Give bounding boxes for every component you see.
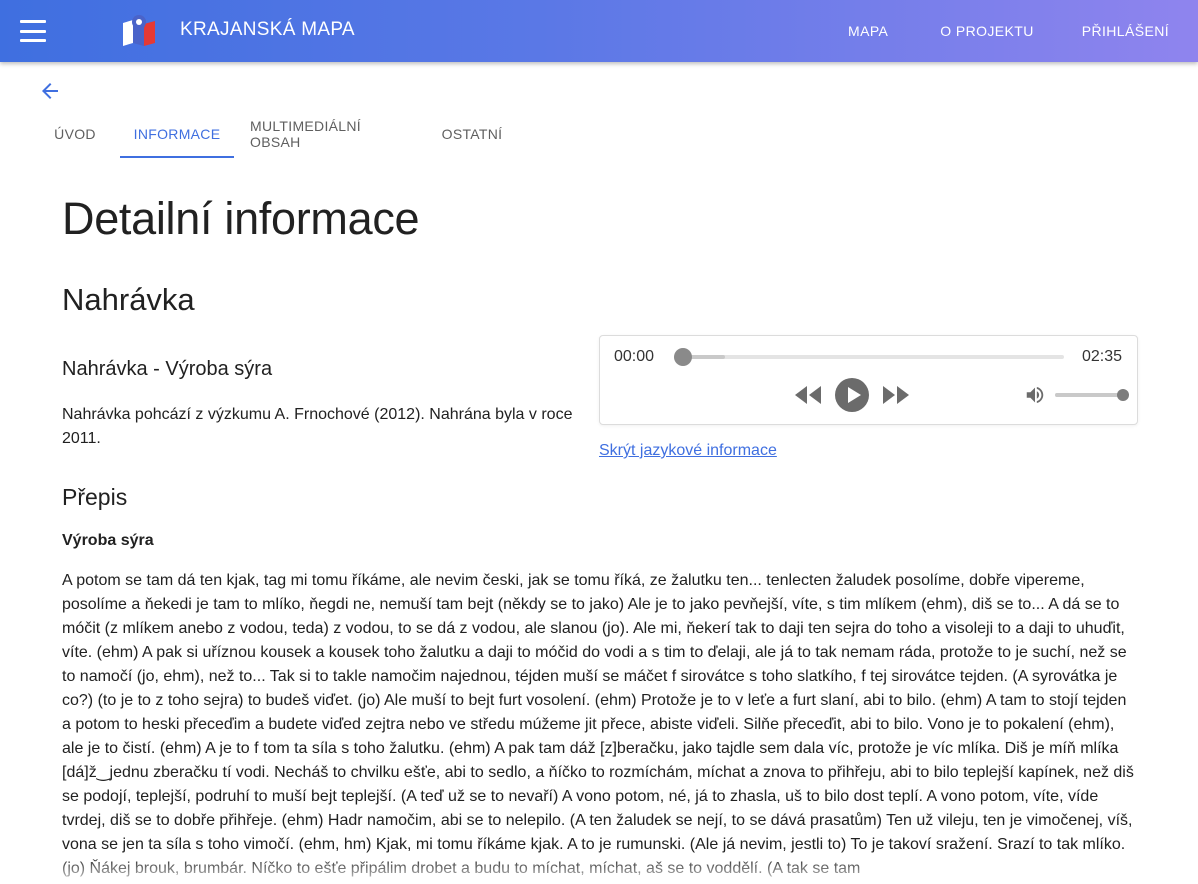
transcript-title: Přepis: [62, 484, 128, 510]
tab-other[interactable]: OSTATNÍ: [426, 110, 518, 158]
tab-multimedia[interactable]: MULTIMEDIÁLNÍ OBSAH: [234, 110, 426, 158]
recording-title: Nahrávka - Výroba sýra: [62, 358, 273, 380]
volume-fill: [1055, 393, 1123, 397]
volume-slider[interactable]: [1055, 389, 1129, 401]
fast-forward-icon[interactable]: [881, 384, 911, 406]
recording-description: Nahrávka pohcází z výzkumu A. Frnochové …: [62, 406, 573, 447]
logo-icon[interactable]: [120, 13, 158, 47]
app-bar: KRAJANSKÁ MAPA MAPA O PROJEKTU PŘIHLÁŠEN…: [0, 0, 1198, 62]
arrow-left-icon[interactable]: [38, 79, 62, 103]
nav-map[interactable]: MAPA: [848, 23, 888, 39]
current-time: 00:00: [614, 348, 655, 365]
transcript-text: A potom se tam dá ten kjak, tag mi tomu …: [62, 572, 1134, 877]
play-icon[interactable]: [834, 377, 870, 413]
seek-bar[interactable]: [674, 348, 1064, 366]
rewind-icon[interactable]: [793, 384, 823, 406]
recording-section-title: Nahrávka: [62, 282, 195, 317]
tab-bar: ÚVOD INFORMACE MULTIMEDIÁLNÍ OBSAH OSTAT…: [30, 110, 518, 158]
tab-information[interactable]: INFORMACE: [120, 110, 234, 158]
transcript-subtitle: Výroba sýra: [62, 532, 154, 549]
volume-icon[interactable]: [1023, 384, 1047, 406]
brand-title[interactable]: KRAJANSKÁ MAPA: [180, 19, 355, 41]
hide-language-info-link[interactable]: Skrýt jazykové informace: [599, 442, 777, 460]
page-title: Detailní informace: [62, 193, 420, 244]
main-nav: MAPA O PROJEKTU PŘIHLÁŠENÍ: [848, 0, 1198, 62]
volume-thumb[interactable]: [1117, 389, 1129, 401]
nav-about[interactable]: O PROJEKTU: [940, 23, 1033, 39]
tab-intro[interactable]: ÚVOD: [30, 110, 120, 158]
nav-login[interactable]: PŘIHLÁŠENÍ: [1082, 23, 1169, 39]
seek-thumb[interactable]: [674, 348, 692, 366]
audio-player: 00:00 02:35: [599, 335, 1138, 425]
menu-icon[interactable]: [18, 17, 48, 45]
duration: 02:35: [1081, 348, 1122, 365]
